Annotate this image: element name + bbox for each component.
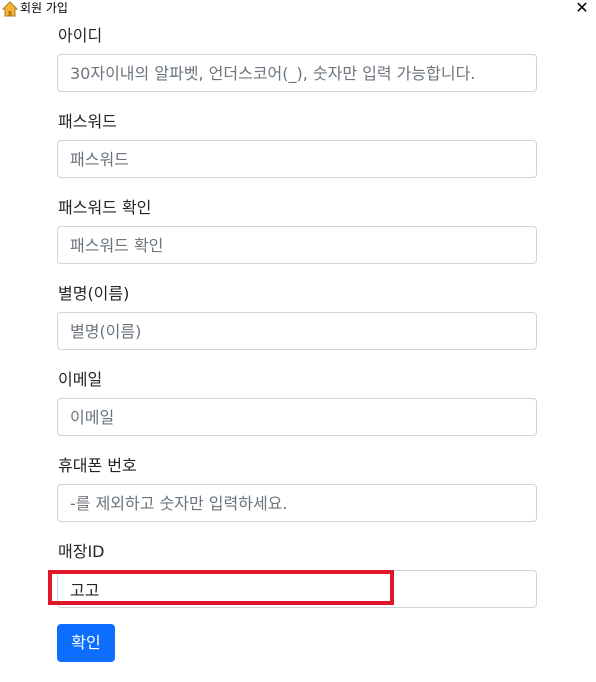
password-label: 패스워드	[58, 112, 117, 131]
nickname-label: 별명(이름)	[58, 284, 130, 303]
email-input[interactable]	[57, 398, 537, 436]
phone-label: 휴대폰 번호	[58, 456, 137, 475]
phone-input[interactable]	[57, 484, 537, 522]
password-confirm-input[interactable]	[57, 226, 537, 264]
store-id-label: 매장ID	[58, 542, 105, 561]
nickname-input[interactable]	[57, 312, 537, 350]
password-input[interactable]	[57, 140, 537, 178]
window-title: 회원 가입	[20, 1, 68, 15]
email-label: 이메일	[58, 370, 103, 389]
password-confirm-label: 패스워드 확인	[58, 198, 152, 217]
user-id-label: 아이디	[58, 26, 103, 45]
close-icon[interactable]: ✕	[572, 0, 592, 16]
title-bar: 회원 가입 ✕	[0, 0, 596, 18]
confirm-button[interactable]: 확인	[57, 624, 115, 662]
user-id-input[interactable]	[57, 54, 537, 92]
store-id-input[interactable]	[57, 570, 537, 608]
home-icon	[1, 1, 19, 17]
